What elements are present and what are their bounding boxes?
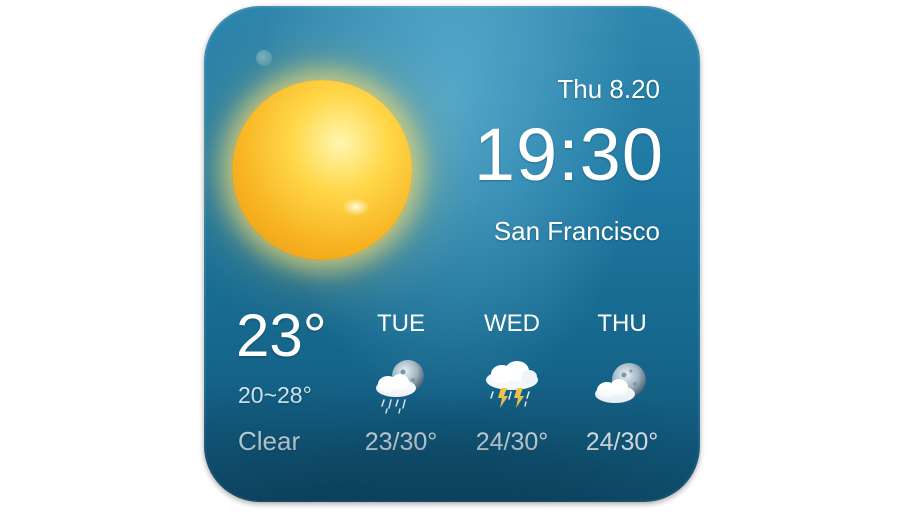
forecast-range: 24/30° — [585, 428, 659, 456]
weather-condition: Clear — [238, 426, 301, 456]
forecast-range: 23/30° — [364, 428, 438, 456]
stage: Thu 8.20 19:30 San Francisco 23° 20~28° … — [0, 0, 900, 512]
bubble-decoration — [256, 50, 272, 66]
forecast-day-label: TUE — [377, 310, 425, 337]
city-name[interactable]: San Francisco — [494, 216, 660, 247]
sun-icon — [232, 80, 412, 260]
forecast-day[interactable]: TUE 23/30° — [346, 310, 456, 457]
current-temperature: 23° — [236, 302, 327, 369]
cloud-thunderstorm-icon — [486, 361, 538, 408]
temperature-range: 20~28° — [238, 382, 312, 408]
date-label: Thu 8.20 — [557, 74, 660, 104]
weather-widget[interactable]: Thu 8.20 19:30 San Francisco 23° 20~28° … — [204, 6, 700, 502]
clock-time[interactable]: 19:30 — [474, 118, 664, 192]
forecast-day[interactable]: THU 24/30° — [567, 310, 677, 457]
forecast-range: 24/30° — [475, 428, 549, 456]
forecast-day-label: THU — [597, 310, 647, 337]
forecast-day[interactable]: WED 24/30° — [457, 310, 567, 457]
forecast-day-label: WED — [484, 310, 540, 337]
moon-cloud-icon — [595, 363, 646, 403]
moon-cloud-rain-icon — [376, 360, 424, 414]
